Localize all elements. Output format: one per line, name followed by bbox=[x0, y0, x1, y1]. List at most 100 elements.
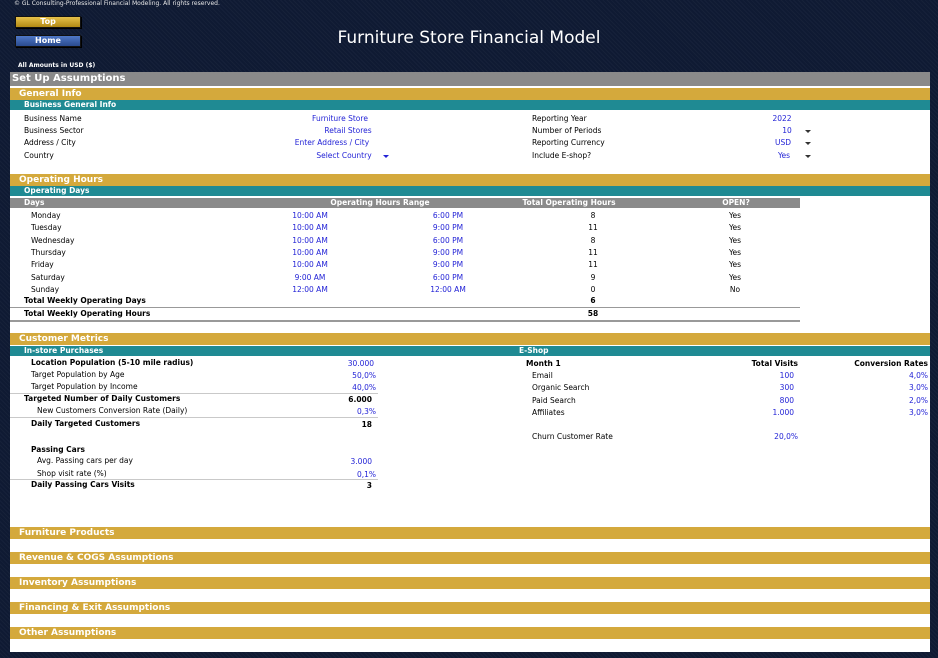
population-by-income-field[interactable]: 40,0% bbox=[316, 383, 376, 393]
day-label: Monday bbox=[31, 211, 61, 220]
reporting-currency-select[interactable]: USD bbox=[763, 138, 803, 148]
open-time-field[interactable]: 10:00 AM bbox=[280, 223, 340, 233]
eshop-channel-label: Organic Search bbox=[532, 383, 590, 393]
weekly-days-value: 6 bbox=[590, 296, 596, 305]
include-eshop-label: Include E-shop? bbox=[532, 151, 592, 160]
total-hours-value: 0 bbox=[590, 284, 596, 294]
operating-days-header: Operating Days bbox=[10, 186, 930, 196]
reporting-currency-label: Reporting Currency bbox=[532, 138, 605, 147]
close-time-field[interactable]: 9:00 PM bbox=[418, 260, 478, 270]
open-status-value: Yes bbox=[728, 211, 742, 220]
eshop-visits-field[interactable]: 1.000 bbox=[734, 408, 794, 418]
divider bbox=[10, 320, 800, 322]
conversion-rate-label: New Customers Conversion Rate (Daily) bbox=[37, 406, 188, 415]
include-eshop-select[interactable]: Yes bbox=[764, 151, 804, 161]
number-of-periods-select[interactable]: 10 bbox=[767, 126, 807, 136]
days-column-header: Days bbox=[24, 198, 45, 207]
eshop-visits-field[interactable]: 800 bbox=[734, 396, 794, 406]
operating-hours-section[interactable]: Operating Hours bbox=[10, 174, 930, 186]
eshop-header: E-Shop bbox=[519, 346, 549, 355]
open-time-field[interactable]: 12:00 AM bbox=[280, 285, 340, 295]
collapsed-section-header[interactable]: Other Assumptions bbox=[10, 627, 930, 639]
total-hours-value: 9 bbox=[590, 272, 596, 282]
open-status-value: Yes bbox=[728, 235, 742, 245]
open-status-value: Yes bbox=[728, 223, 742, 233]
total-hours-value: 11 bbox=[588, 260, 598, 270]
chevron-down-icon[interactable] bbox=[805, 142, 811, 145]
daily-targeted-customers-value: 18 bbox=[361, 420, 372, 429]
copyright-text: © GL Consulting-Professional Financial M… bbox=[14, 0, 220, 7]
top-button[interactable]: Top bbox=[15, 16, 81, 28]
chevron-down-icon[interactable] bbox=[805, 130, 811, 133]
amounts-note: All Amounts in USD ($) bbox=[18, 62, 96, 69]
day-label: Friday bbox=[31, 260, 54, 270]
targeted-daily-customers-value: 6.000 bbox=[348, 395, 372, 404]
close-time-field[interactable]: 6:00 PM bbox=[418, 236, 478, 246]
total-visits-header: Total Visits bbox=[751, 359, 798, 368]
total-hours-value: 11 bbox=[588, 247, 598, 257]
close-time-field[interactable]: 6:00 PM bbox=[418, 211, 478, 221]
eshop-month-header: Month 1 bbox=[526, 359, 561, 368]
country-label: Country bbox=[24, 151, 54, 160]
collapsed-section-header[interactable]: Furniture Products bbox=[10, 527, 930, 539]
avg-passing-cars-field[interactable]: 3.000 bbox=[312, 457, 372, 467]
conversion-rate-field[interactable]: 0,3% bbox=[316, 407, 376, 417]
churn-rate-label: Churn Customer Rate bbox=[532, 432, 613, 441]
population-by-age-label: Target Population by Age bbox=[31, 370, 125, 379]
total-hours-value: 11 bbox=[588, 223, 598, 233]
open-time-field[interactable]: 9:00 AM bbox=[280, 273, 340, 283]
daily-passing-cars-value: 3 bbox=[366, 481, 372, 490]
assumptions-sheet: Set Up Assumptions General Info Business… bbox=[10, 72, 930, 652]
targeted-daily-customers-label: Targeted Number of Daily Customers bbox=[24, 394, 181, 403]
eshop-conversion-field[interactable]: 4,0% bbox=[868, 371, 928, 381]
daily-passing-cars-label: Daily Passing Cars Visits bbox=[31, 480, 135, 489]
address-field[interactable]: Enter Address / City bbox=[272, 138, 392, 148]
population-by-age-field[interactable]: 50,0% bbox=[316, 371, 376, 381]
total-hours-value: 8 bbox=[590, 211, 596, 220]
collapsed-section-header[interactable]: Financing & Exit Assumptions bbox=[10, 602, 930, 614]
open-status-value: No bbox=[729, 284, 741, 294]
passing-cars-label: Passing Cars bbox=[31, 445, 85, 454]
close-time-field[interactable]: 12:00 AM bbox=[418, 285, 478, 295]
instore-purchases-header: In-store Purchases bbox=[10, 346, 930, 356]
business-sector-label: Business Sector bbox=[24, 126, 84, 135]
divider bbox=[10, 417, 378, 418]
shop-visit-rate-label: Shop visit rate (%) bbox=[37, 469, 107, 478]
location-population-field[interactable]: 30.000 bbox=[314, 359, 374, 369]
divider bbox=[10, 307, 800, 308]
open-time-field[interactable]: 10:00 AM bbox=[280, 236, 340, 246]
reporting-year-field[interactable]: 2022 bbox=[762, 114, 802, 124]
eshop-conversion-field[interactable]: 3,0% bbox=[868, 383, 928, 393]
weekly-hours-label: Total Weekly Operating Hours bbox=[24, 309, 151, 318]
close-time-field[interactable]: 9:00 PM bbox=[418, 248, 478, 258]
customer-metrics-section[interactable]: Customer Metrics bbox=[10, 333, 930, 345]
close-time-field[interactable]: 9:00 PM bbox=[418, 223, 478, 233]
conversion-rates-header: Conversion Rates bbox=[854, 359, 928, 368]
reporting-year-label: Reporting Year bbox=[532, 114, 587, 123]
business-name-label: Business Name bbox=[24, 114, 82, 123]
open-time-field[interactable]: 10:00 AM bbox=[280, 211, 340, 221]
eshop-conversion-field[interactable]: 3,0% bbox=[868, 408, 928, 418]
chevron-down-icon[interactable] bbox=[805, 155, 811, 158]
weekly-hours-value: 58 bbox=[587, 309, 599, 318]
general-info-section[interactable]: General Info bbox=[10, 88, 930, 100]
churn-rate-field[interactable]: 20,0% bbox=[738, 432, 798, 442]
eshop-channel-label: Email bbox=[532, 371, 553, 380]
eshop-conversion-field[interactable]: 2,0% bbox=[868, 396, 928, 406]
open-time-field[interactable]: 10:00 AM bbox=[280, 248, 340, 258]
day-label: Wednesday bbox=[31, 235, 75, 245]
hours-range-column-header: Operating Hours Range bbox=[330, 198, 430, 207]
close-time-field[interactable]: 6:00 PM bbox=[418, 273, 478, 283]
collapsed-section-header[interactable]: Revenue & COGS Assumptions bbox=[10, 552, 930, 564]
open-time-field[interactable]: 10:00 AM bbox=[280, 260, 340, 270]
location-population-label: Location Population (5-10 mile radius) bbox=[31, 358, 194, 367]
total-hours-column-header: Total Operating Hours bbox=[522, 198, 616, 207]
collapsed-section-header[interactable]: Inventory Assumptions bbox=[10, 577, 930, 589]
day-label: Tuesday bbox=[31, 223, 62, 233]
eshop-visits-field[interactable]: 100 bbox=[734, 371, 794, 381]
open-status-value: Yes bbox=[728, 247, 742, 257]
business-sector-field[interactable]: Retail Stores bbox=[288, 126, 408, 136]
business-name-field[interactable]: Furniture Store bbox=[280, 114, 400, 124]
chevron-down-icon[interactable] bbox=[383, 155, 389, 158]
eshop-visits-field[interactable]: 300 bbox=[734, 383, 794, 393]
